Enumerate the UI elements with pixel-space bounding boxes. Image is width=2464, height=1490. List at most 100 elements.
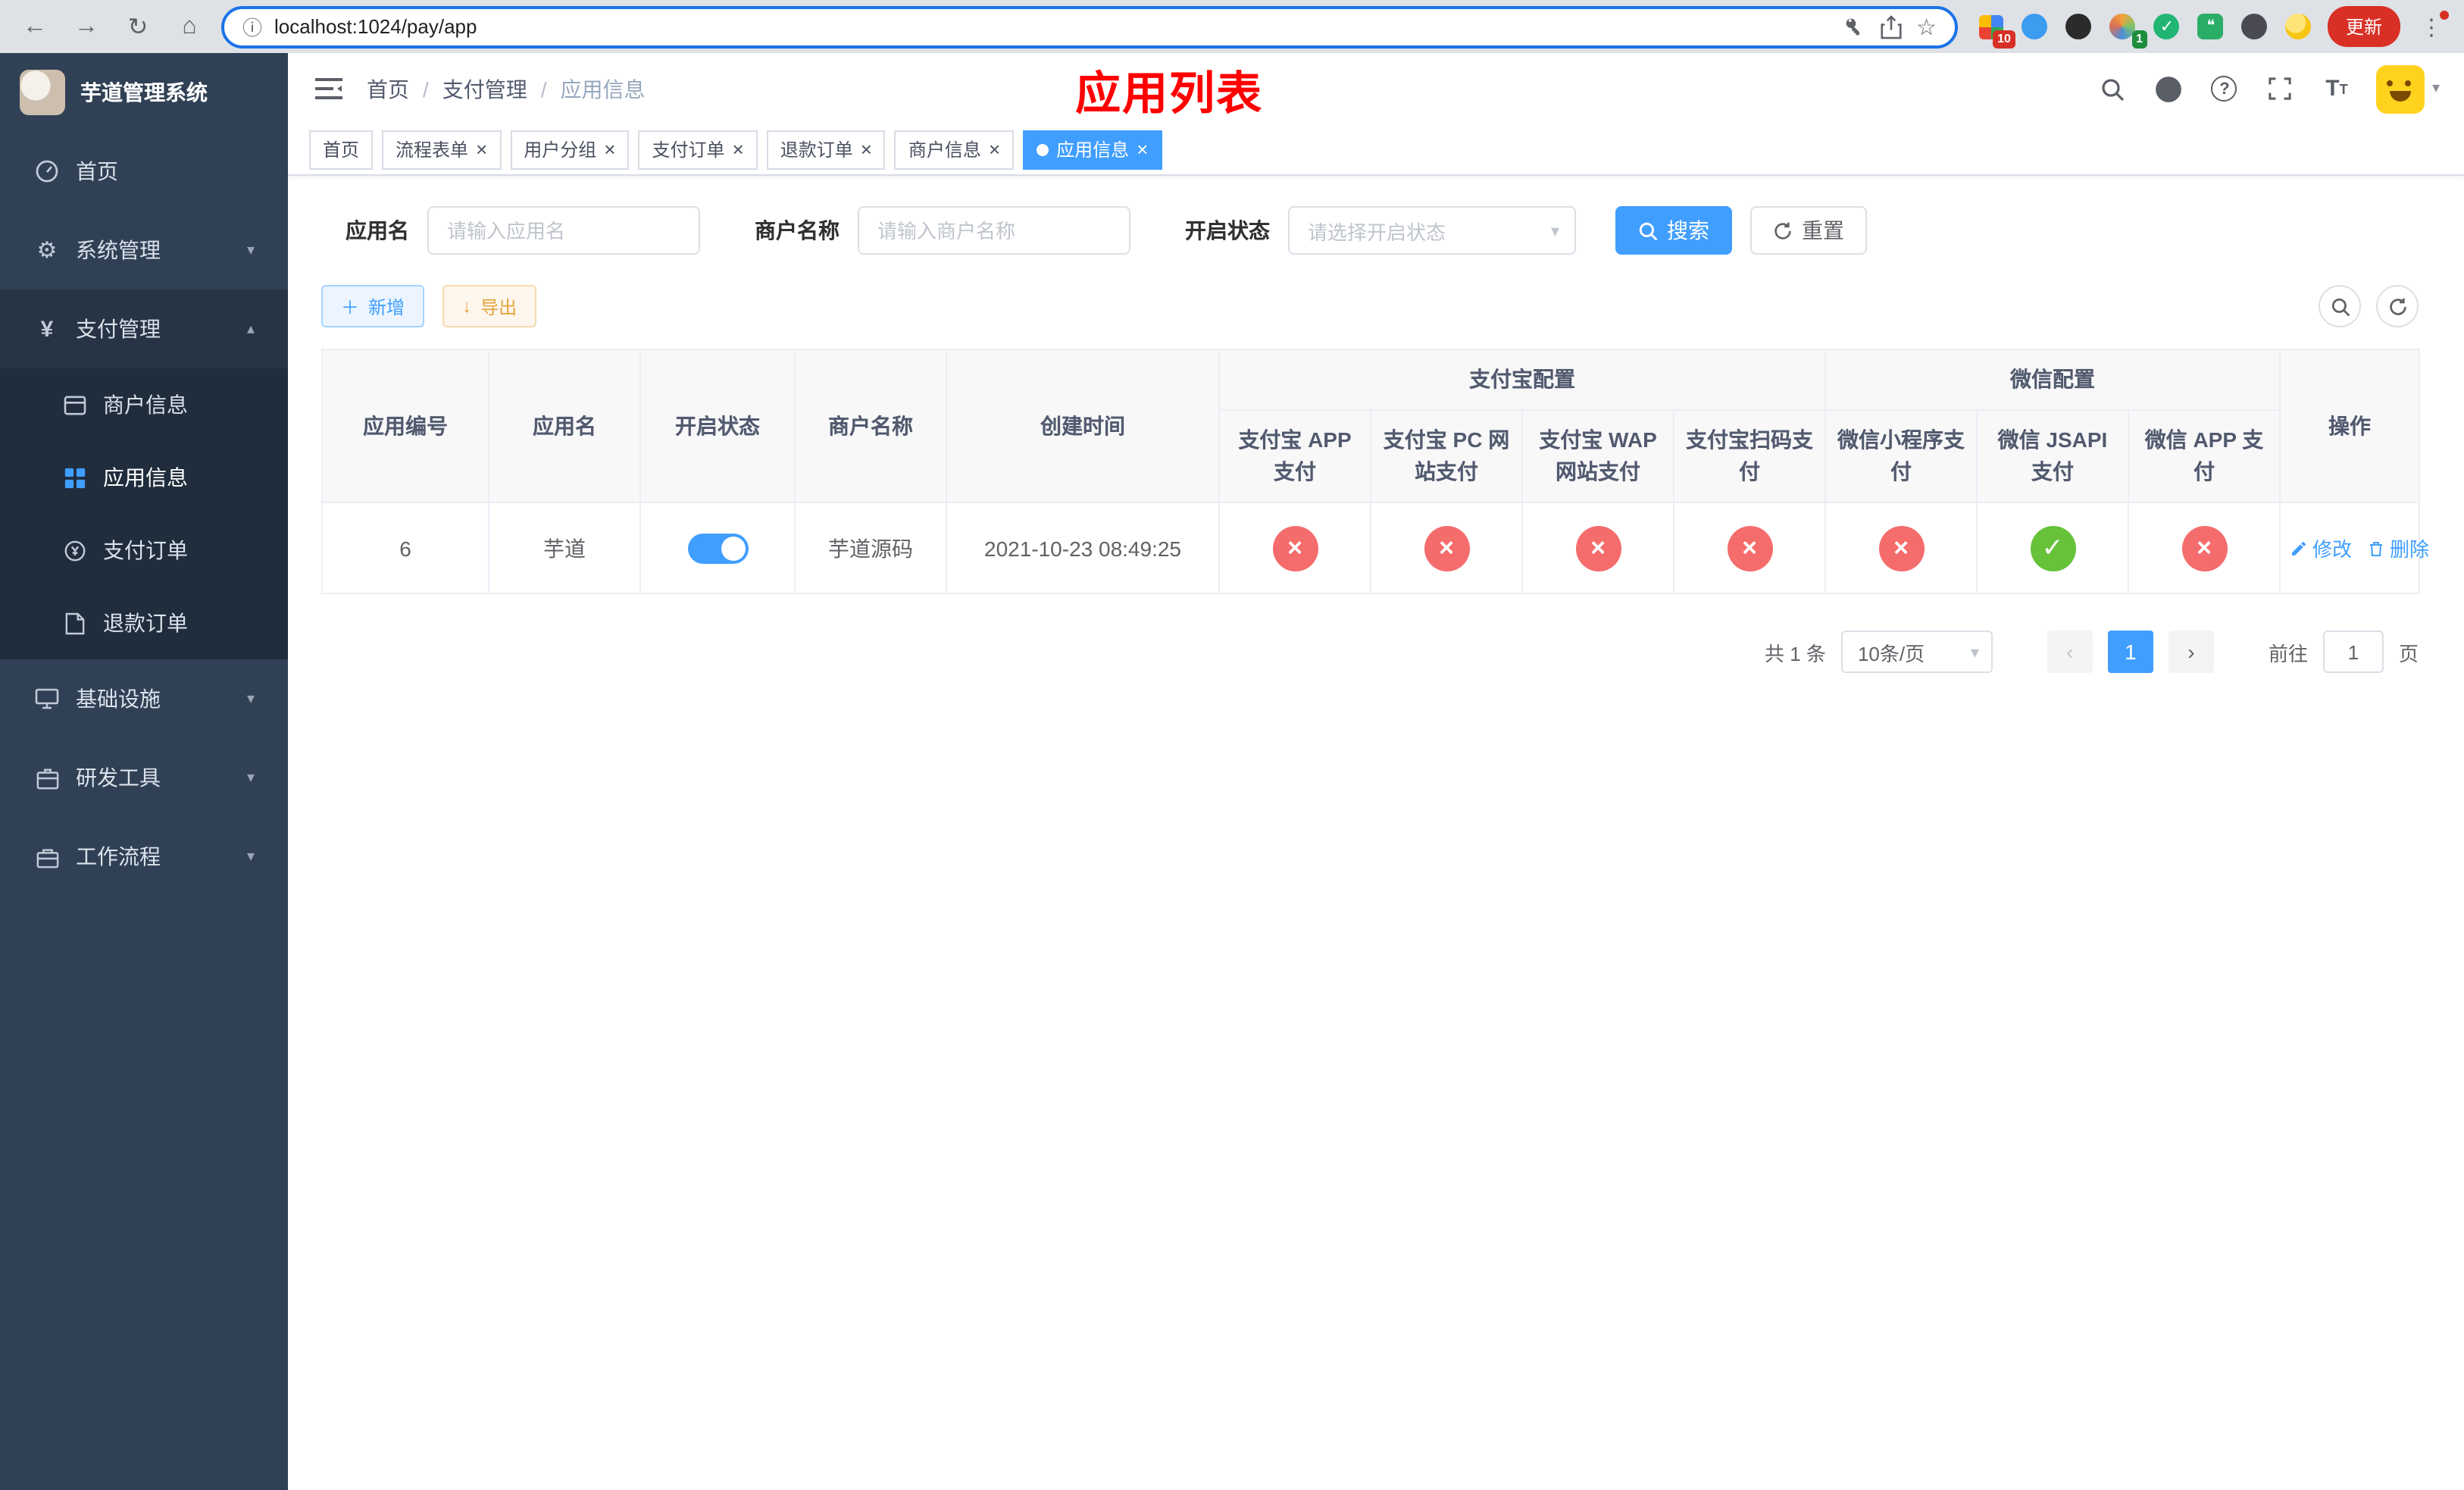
chevron-down-icon: ▾ — [1550, 222, 1559, 240]
password-key-icon[interactable] — [1842, 15, 1865, 38]
browser-menu-button[interactable]: ⋮ — [2414, 10, 2449, 40]
breadcrumb-current: 应用信息 — [560, 77, 646, 101]
prev-page-button[interactable]: ‹ — [2047, 631, 2093, 673]
tab-process-form[interactable]: 流程表单 × — [382, 130, 502, 169]
page-title: 应用列表 — [1075, 69, 1264, 119]
next-page-button[interactable]: › — [2168, 631, 2214, 673]
sidebar-item-merchant-info[interactable]: 商户信息 — [0, 368, 288, 441]
forward-button[interactable]: → — [67, 7, 106, 46]
extension-check-icon[interactable]: ✓ — [2152, 11, 2182, 42]
back-button[interactable]: ← — [15, 7, 55, 46]
tab-label: 支付订单 — [652, 139, 725, 161]
goto-page-input[interactable] — [2322, 631, 2384, 673]
breadcrumb-pay[interactable]: 支付管理 — [442, 74, 527, 104]
search-icon — [2331, 297, 2350, 316]
sidebar-logo-row[interactable]: 芋道管理系统 — [0, 53, 288, 132]
close-icon[interactable]: × — [604, 139, 615, 159]
reload-button[interactable]: ↻ — [118, 7, 158, 46]
address-bar[interactable]: ⓘ localhost:1024/pay/app ☆ — [221, 5, 1958, 48]
delete-link[interactable]: 删除 — [2367, 534, 2429, 562]
page-size-select[interactable]: 10条/页 ▾ — [1840, 631, 1993, 673]
sidebar-item-pay-order[interactable]: 支付订单 — [0, 514, 288, 587]
col-alipay-pc: 支付宝 PC 网站支付 — [1370, 409, 1523, 503]
fullscreen-icon[interactable] — [2264, 72, 2297, 105]
tab-home[interactable]: 首页 — [309, 130, 374, 169]
search-icon[interactable] — [2096, 72, 2129, 105]
close-icon[interactable]: × — [1137, 139, 1148, 159]
col-alipay-app: 支付宝 APP 支付 — [1218, 409, 1371, 503]
sidebar-item-label: 首页 — [76, 159, 118, 183]
page-content: 应用名 商户名称 开启状态 请选择开启状态 ▾ 搜索 — [288, 176, 2464, 1490]
sidebar-item-label: 支付订单 — [103, 538, 188, 562]
page-info-icon[interactable]: ⓘ — [242, 12, 262, 41]
extension-grid-icon[interactable]: 10 — [1976, 11, 2015, 48]
extension-blue-icon[interactable] — [2020, 11, 2050, 42]
status-toggle[interactable] — [687, 533, 748, 563]
search-button[interactable]: 搜索 — [1615, 206, 1732, 255]
url-text: localhost:1024/pay/app — [274, 15, 477, 38]
tab-pay-order[interactable]: 支付订单 × — [638, 130, 758, 169]
sidebar-item-infra[interactable]: 基础设施 ▾ — [0, 659, 288, 738]
toggle-search-button[interactable] — [2319, 285, 2361, 327]
tab-app-info[interactable]: 应用信息 × — [1023, 130, 1162, 169]
breadcrumb-home[interactable]: 首页 — [367, 74, 409, 104]
browser-chrome: ← → ↻ ⌂ ⓘ localhost:1024/pay/app ☆ 10 1 … — [0, 0, 2464, 53]
edit-link[interactable]: 修改 — [2290, 534, 2352, 562]
home-button[interactable]: ⌂ — [170, 7, 209, 46]
page-1-button[interactable]: 1 — [2107, 631, 2153, 673]
export-button[interactable]: ↓ 导出 — [442, 285, 537, 327]
tab-refund-order[interactable]: 退款订单 × — [766, 130, 886, 169]
sidebar-item-workflow[interactable]: 工作流程 ▾ — [0, 817, 288, 896]
col-wechat-mini: 微信小程序支付 — [1825, 409, 1978, 503]
sidebar-item-label: 应用信息 — [103, 465, 188, 490]
tab-label: 流程表单 — [396, 139, 469, 161]
tab-merchant-info[interactable]: 商户信息 × — [894, 130, 1015, 169]
sidebar-item-label: 工作流程 — [76, 844, 161, 869]
refresh-table-button[interactable] — [2376, 285, 2419, 327]
navbar: 首页 / 支付管理 / 应用信息 应用列表 ? T T ▾ — [288, 53, 2464, 124]
tab-user-group[interactable]: 用户分组 × — [510, 130, 630, 169]
add-button[interactable]: ＋ 新增 — [321, 285, 425, 327]
sidebar-item-app-info[interactable]: 应用信息 — [0, 441, 288, 514]
pay-submenu: 商户信息 应用信息 支付订单 退款订单 — [0, 368, 288, 659]
sidebar-item-label: 退款订单 — [103, 611, 188, 635]
user-avatar — [2375, 64, 2425, 113]
merchant-name-input[interactable] — [858, 206, 1130, 255]
sidebar-item-system[interactable]: ⚙ 系统管理 ▾ — [0, 211, 288, 290]
chrome-update-button[interactable]: 更新 — [2327, 6, 2400, 47]
sidebar-item-dev-tools[interactable]: 研发工具 ▾ — [0, 738, 288, 817]
yen-icon: ¥ — [40, 316, 54, 342]
menu-fold-button[interactable] — [312, 72, 346, 105]
extension-chat-icon[interactable]: ❝ — [2196, 11, 2226, 42]
font-size-icon[interactable]: TT — [2320, 72, 2353, 105]
help-icon[interactable]: ? — [2208, 72, 2241, 105]
close-icon[interactable]: × — [733, 139, 744, 159]
profile-extension-icon[interactable]: 1 — [2108, 11, 2147, 48]
tab-label: 应用信息 — [1056, 139, 1130, 161]
tab-label: 首页 — [323, 139, 360, 161]
user-menu[interactable]: ▾ — [2375, 64, 2440, 113]
close-icon[interactable]: × — [476, 139, 487, 159]
close-icon[interactable]: × — [989, 139, 1000, 159]
sidebar-item-pay[interactable]: ¥ 支付管理 ▴ — [0, 290, 288, 368]
goto-suffix: 页 — [2398, 642, 2419, 665]
status-select[interactable]: 请选择开启状态 ▾ — [1288, 206, 1576, 255]
browser-profile-avatar[interactable] — [2284, 11, 2314, 42]
github-icon[interactable] — [2152, 72, 2185, 105]
extension-bird-icon[interactable] — [2240, 11, 2270, 42]
app-name-input[interactable] — [427, 206, 700, 255]
document-icon — [61, 612, 88, 634]
extension-dark-icon[interactable] — [2064, 11, 2094, 42]
bookmark-star-icon[interactable]: ☆ — [1916, 13, 1937, 40]
circle-yen-icon — [61, 539, 88, 562]
wechat-mini-status-icon: × — [1878, 525, 1924, 571]
sidebar-item-label: 商户信息 — [103, 393, 188, 417]
sidebar-item-home[interactable]: 首页 — [0, 132, 288, 211]
cell-alipay-qr: × — [1673, 502, 1826, 594]
sidebar-item-refund-order[interactable]: 退款订单 — [0, 587, 288, 659]
col-created: 创建时间 — [946, 349, 1220, 503]
chevron-down-icon: ▾ — [2431, 80, 2440, 97]
reset-button[interactable]: 重置 — [1750, 206, 1867, 255]
share-icon[interactable] — [1880, 14, 1901, 39]
close-icon[interactable]: × — [861, 139, 872, 159]
